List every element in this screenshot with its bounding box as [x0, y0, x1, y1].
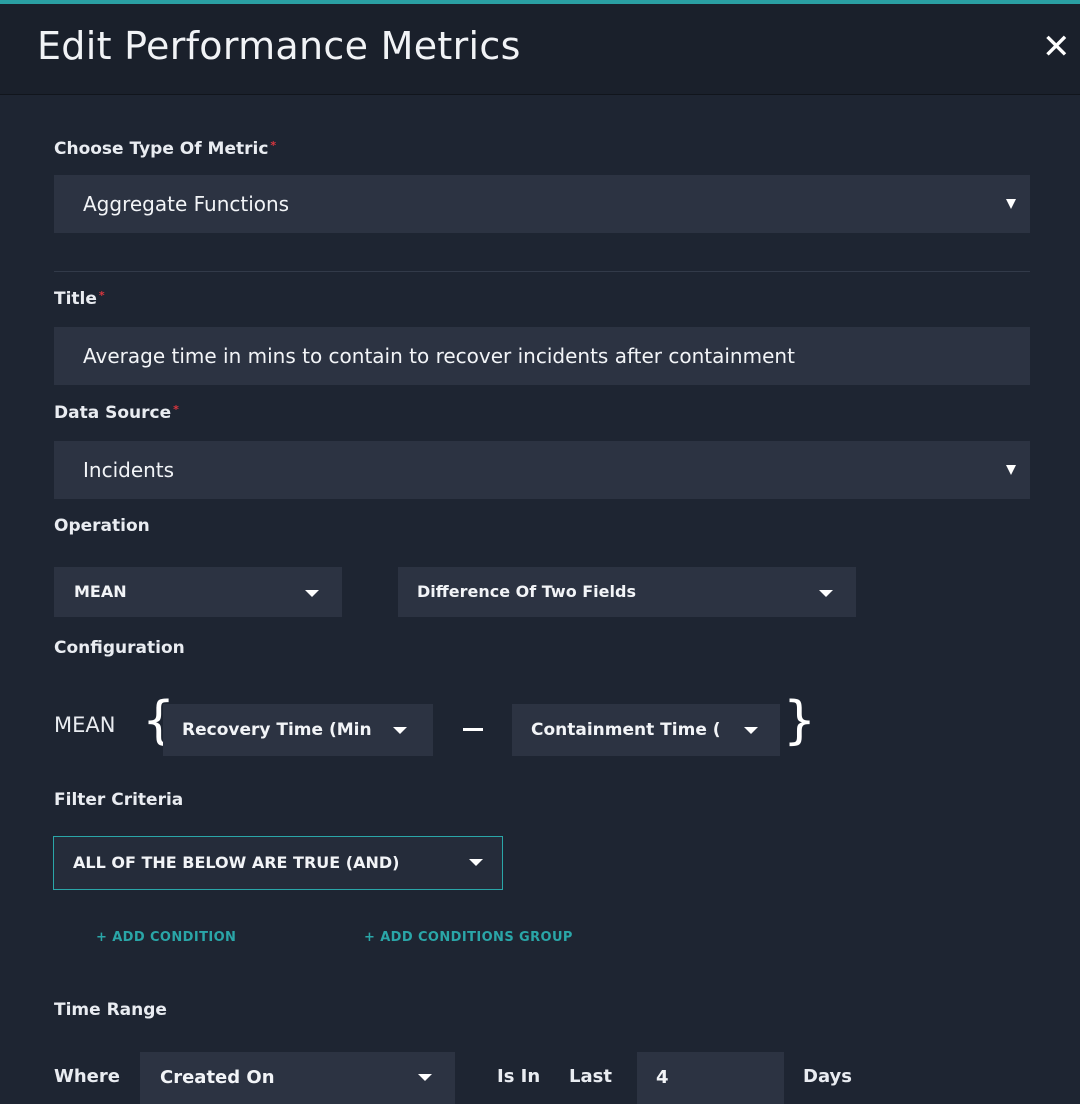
- minus-operator: [463, 728, 483, 731]
- last-label: Last: [569, 1066, 612, 1087]
- data-source-value: Incidents: [83, 458, 175, 482]
- chevron-down-icon: [744, 727, 758, 734]
- is-in-label: Is In: [497, 1066, 541, 1087]
- operation-function-select[interactable]: MEAN: [54, 567, 342, 617]
- dialog-title: Edit Performance Metrics: [37, 24, 521, 68]
- filter-logic-select[interactable]: ALL OF THE BELOW ARE TRUE (AND): [53, 836, 503, 890]
- metric-type-select[interactable]: Aggregate Functions: [54, 175, 1030, 233]
- add-condition-button[interactable]: + ADD CONDITION: [96, 930, 236, 945]
- chevron-down-icon: [418, 1074, 432, 1081]
- required-mark: *: [98, 289, 105, 302]
- operation-mode-value: Difference Of Two Fields: [417, 582, 636, 601]
- config-left-field-select[interactable]: Recovery Time (Min: [163, 704, 433, 756]
- data-source-select[interactable]: Incidents: [54, 441, 1030, 499]
- config-left-field-value: Recovery Time (Min: [182, 720, 372, 740]
- time-range-label: Time Range: [54, 1000, 167, 1020]
- title-label: Title *: [54, 289, 105, 309]
- required-mark: *: [270, 139, 277, 152]
- time-amount-input[interactable]: 4: [637, 1052, 784, 1104]
- close-brace: }: [783, 691, 817, 751]
- days-label: Days: [803, 1066, 852, 1087]
- title-input-value: Average time in mins to contain to recov…: [83, 344, 795, 368]
- dropdown-arrow-icon: [1006, 465, 1016, 475]
- config-right-field-value: Containment Time (: [531, 720, 721, 740]
- filter-logic-value: ALL OF THE BELOW ARE TRUE (AND): [73, 853, 400, 872]
- data-source-label: Data Source *: [54, 403, 179, 423]
- configuration-function-label: MEAN: [54, 713, 116, 737]
- chevron-down-icon: [819, 590, 833, 597]
- section-divider: [54, 271, 1030, 272]
- operation-function-value: MEAN: [74, 582, 127, 601]
- chevron-down-icon: [393, 727, 407, 734]
- time-field-value: Created On: [160, 1067, 275, 1088]
- filter-criteria-label: Filter Criteria: [54, 790, 184, 810]
- add-conditions-group-button[interactable]: + ADD CONDITIONS GROUP: [364, 930, 573, 945]
- dropdown-arrow-icon: [1006, 199, 1016, 209]
- required-mark: *: [173, 403, 179, 416]
- metric-type-value: Aggregate Functions: [83, 192, 290, 216]
- metric-type-label-text: Choose Type Of Metric: [54, 139, 269, 159]
- title-input[interactable]: Average time in mins to contain to recov…: [54, 327, 1030, 385]
- configuration-label: Configuration: [54, 638, 185, 658]
- title-label-text: Title: [54, 289, 97, 309]
- close-icon[interactable]: ✕: [1042, 30, 1071, 64]
- metric-type-label: Choose Type Of Metric *: [54, 139, 276, 159]
- time-field-select[interactable]: Created On: [140, 1052, 455, 1104]
- operation-label: Operation: [54, 516, 150, 536]
- time-amount-value: 4: [656, 1067, 669, 1088]
- operation-mode-select[interactable]: Difference Of Two Fields: [398, 567, 856, 617]
- where-label: Where: [54, 1066, 120, 1087]
- data-source-label-text: Data Source: [54, 403, 172, 423]
- chevron-down-icon: [305, 590, 319, 597]
- chevron-down-icon: [469, 859, 483, 866]
- dialog-header: Edit Performance Metrics ✕: [0, 4, 1080, 95]
- config-right-field-select[interactable]: Containment Time (: [512, 704, 780, 756]
